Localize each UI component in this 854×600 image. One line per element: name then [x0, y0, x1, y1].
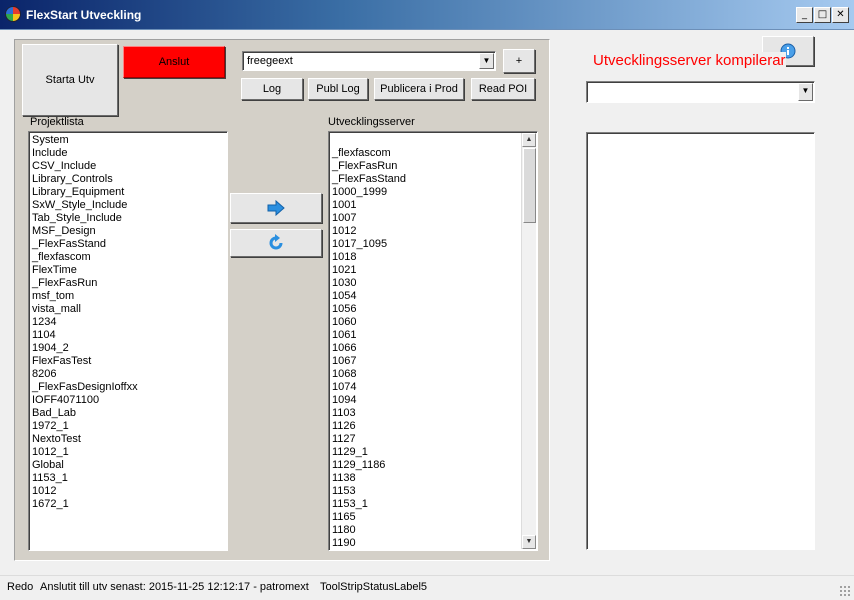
status-label5: ToolStripStatusLabel5: [320, 581, 428, 593]
chevron-down-icon[interactable]: ▼: [479, 53, 494, 69]
list-item[interactable]: 1190: [329, 537, 537, 550]
server-list-scrollbar[interactable]: ▲ ▼: [521, 133, 536, 549]
list-item[interactable]: 1153: [329, 485, 537, 498]
list-item[interactable]: NextoTest: [29, 433, 227, 446]
refresh-icon: [269, 234, 283, 250]
status-bar: Redo Anslutit till utv senast: 2015-11-2…: [0, 575, 854, 600]
list-item[interactable]: CSV_Include: [29, 160, 227, 173]
scroll-up-icon[interactable]: ▲: [522, 133, 536, 147]
maximize-button[interactable]: □: [814, 7, 831, 23]
list-item[interactable]: 1165: [329, 511, 537, 524]
list-item[interactable]: 1153_1: [29, 472, 227, 485]
list-item[interactable]: Tab_Style_Include: [29, 212, 227, 225]
list-item[interactable]: 1061: [329, 329, 537, 342]
server-combo-value: freegeext: [247, 55, 293, 67]
list-item[interactable]: 1054: [329, 290, 537, 303]
anslut-button[interactable]: Anslut: [123, 46, 225, 78]
starta-utv-button[interactable]: Starta Utv: [22, 44, 118, 116]
list-item[interactable]: FlexFasTest: [29, 355, 227, 368]
list-item[interactable]: 1126: [329, 420, 537, 433]
output-list[interactable]: [586, 132, 815, 550]
list-item[interactable]: 1074: [329, 381, 537, 394]
list-item[interactable]: 1129_1: [329, 446, 537, 459]
main-panel: Starta Utv Anslut freegeext ▼ + Log Publ…: [14, 39, 550, 561]
list-item[interactable]: 1104: [29, 329, 227, 342]
list-item[interactable]: 1127: [329, 433, 537, 446]
list-item[interactable]: 1068: [329, 368, 537, 381]
scrollbar-thumb[interactable]: [523, 148, 536, 223]
title-bar: FlexStart Utveckling _ □ ✕: [0, 0, 854, 30]
list-item[interactable]: 1094: [329, 394, 537, 407]
list-item[interactable]: 1234: [29, 316, 227, 329]
list-item[interactable]: 1001: [329, 199, 537, 212]
list-item[interactable]: 1060: [329, 316, 537, 329]
list-item[interactable]: _flexfascom: [29, 251, 227, 264]
list-item[interactable]: IOFF4071100: [29, 394, 227, 407]
list-item[interactable]: 1972_1: [29, 420, 227, 433]
list-item[interactable]: 1012: [329, 225, 537, 238]
list-item[interactable]: Bad_Lab: [29, 407, 227, 420]
right-combo[interactable]: ▼: [586, 81, 815, 103]
list-item[interactable]: 1018: [329, 251, 537, 264]
list-item[interactable]: [329, 134, 537, 147]
compile-status-message: Utvecklingsserver kompilerar: [593, 52, 786, 69]
utvecklingsserver-list[interactable]: _flexfascom _FlexFasRun _FlexFasStand 1000_…: [328, 131, 538, 551]
list-item[interactable]: 8206: [29, 368, 227, 381]
list-item[interactable]: 1021: [329, 264, 537, 277]
list-item[interactable]: MSF_Design: [29, 225, 227, 238]
list-item[interactable]: FlexTime: [29, 264, 227, 277]
list-item[interactable]: 1012_1: [29, 446, 227, 459]
list-item[interactable]: msf_tom: [29, 290, 227, 303]
list-item[interactable]: Include: [29, 147, 227, 160]
list-item[interactable]: 1012: [29, 485, 227, 498]
list-item[interactable]: 1056: [329, 303, 537, 316]
list-item[interactable]: 1672_1: [29, 498, 227, 511]
list-item[interactable]: Library_Controls: [29, 173, 227, 186]
list-item[interactable]: Library_Equipment: [29, 186, 227, 199]
list-item[interactable]: _FlexFasRun: [329, 160, 537, 173]
list-item[interactable]: 1103: [329, 407, 537, 420]
list-item[interactable]: _flexfascom: [329, 147, 537, 160]
close-button[interactable]: ✕: [832, 7, 849, 23]
transfer-button[interactable]: [230, 193, 322, 223]
scroll-down-icon[interactable]: ▼: [522, 535, 536, 549]
list-item[interactable]: 1180: [329, 524, 537, 537]
list-item[interactable]: vista_mall: [29, 303, 227, 316]
read-poi-button[interactable]: Read POI: [471, 78, 535, 100]
publicera-i-prod-button[interactable]: Publicera i Prod: [374, 78, 464, 100]
list-item[interactable]: 1030: [329, 277, 537, 290]
list-item[interactable]: 1007: [329, 212, 537, 225]
utvecklingsserver-label: Utvecklingsserver: [328, 116, 415, 128]
list-item[interactable]: Global: [29, 459, 227, 472]
log-button[interactable]: Log: [241, 78, 303, 100]
resize-grip[interactable]: [839, 585, 851, 597]
list-item[interactable]: _FlexFasStand: [29, 238, 227, 251]
window-title: FlexStart Utveckling: [26, 8, 142, 22]
chevron-down-icon[interactable]: ▼: [798, 83, 813, 101]
refresh-button[interactable]: [230, 229, 322, 257]
minimize-button[interactable]: _: [796, 7, 813, 23]
projektlista-label: Projektlista: [30, 116, 84, 128]
list-item[interactable]: SxW_Style_Include: [29, 199, 227, 212]
list-item[interactable]: 1129_1186: [329, 459, 537, 472]
list-item[interactable]: 1153_1: [329, 498, 537, 511]
list-item[interactable]: 1066: [329, 342, 537, 355]
add-button[interactable]: +: [503, 49, 535, 73]
status-redo: Redo: [7, 581, 34, 593]
list-item[interactable]: 1138: [329, 472, 537, 485]
list-item[interactable]: 1017_1095: [329, 238, 537, 251]
list-item[interactable]: 1904_2: [29, 342, 227, 355]
list-item[interactable]: 1067: [329, 355, 537, 368]
list-item[interactable]: _FlexFasStand: [329, 173, 537, 186]
list-item[interactable]: System: [29, 134, 227, 147]
list-item[interactable]: 1000_1999: [329, 186, 537, 199]
arrow-right-icon: [267, 200, 285, 216]
projektlista-list[interactable]: System Include CSV_Include Library_Controls…: [28, 131, 228, 551]
app-icon: [5, 6, 21, 22]
server-combo[interactable]: freegeext ▼: [242, 51, 496, 71]
publ-log-button[interactable]: Publ Log: [308, 78, 368, 100]
list-item[interactable]: _FlexFasDesignIoffxx: [29, 381, 227, 394]
status-connected: Anslutit till utv senast: 2015-11-25 12:…: [40, 581, 309, 593]
list-item[interactable]: _FlexFasRun: [29, 277, 227, 290]
